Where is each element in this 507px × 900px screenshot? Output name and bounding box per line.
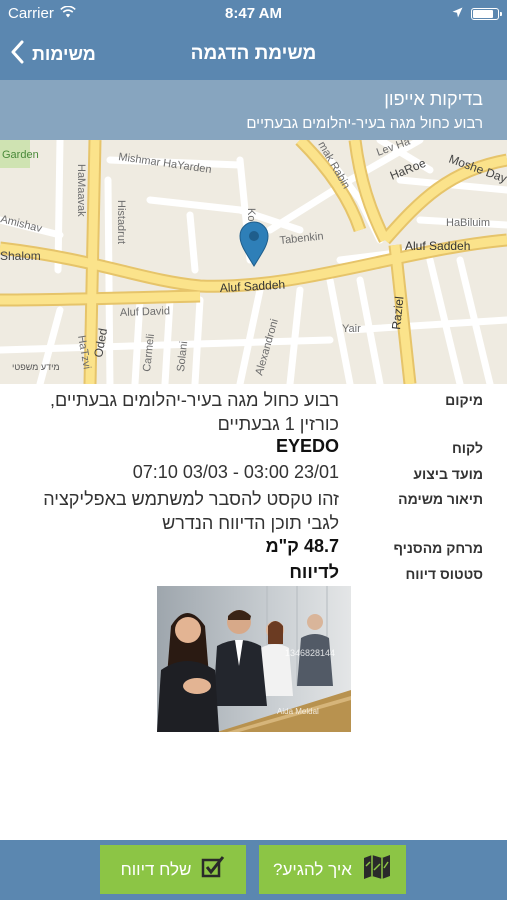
detail-value: זהו טקסט להסבר למשתמש באפליקציה לגבי תוכ… (43, 487, 339, 535)
map-label: Aluf Saddeh (405, 239, 470, 253)
bottom-toolbar: שלח דיווח איך להגיע? (0, 840, 507, 900)
detail-value: EYEDO (276, 434, 339, 458)
task-header: בדיקות אייפון רבוע כחול מגה בעיר-יהלומים… (0, 80, 507, 140)
map-label: HaBiluim (446, 217, 490, 229)
checkbox-icon (201, 856, 225, 883)
how-to-get-label: איך להגיע? (273, 859, 352, 879)
task-subtitle: רבוע כחול מגה בעיר-יהלומים גבעתיים (246, 115, 483, 132)
map-icon (362, 854, 392, 885)
task-title: בדיקות אייפון (384, 89, 483, 109)
how-to-get-button[interactable]: איך להגיע? (259, 845, 406, 894)
map-label: Aluf David (120, 305, 171, 319)
map-legal-link[interactable]: מידע משפטי (12, 362, 60, 372)
battery-icon (471, 7, 502, 20)
detail-value: 23/01 03:00 - 03/03 07:10 (133, 460, 339, 484)
detail-value-line: רבוע כחול מגה בעיר-יהלומים גבעתיים, (49, 390, 339, 410)
task-photo[interactable]: 1346828144 Aida Meldal (157, 586, 351, 732)
detail-label: לקוח (451, 440, 483, 456)
detail-label: מרחק מהסניף (393, 540, 484, 556)
map-label: Shalom (0, 249, 41, 263)
navigation-bar: משימות משימת הדגמה (0, 28, 507, 80)
map-label: Garden (2, 149, 39, 161)
detail-value-line: כורזין 1 גבעתיים (217, 414, 339, 434)
battery-level (473, 9, 493, 18)
detail-value-line: לדיווח (289, 562, 339, 582)
detail-value-line: 23/01 03:00 - 03/03 07:10 (132, 462, 339, 482)
detail-label: תיאור משימה (398, 491, 483, 507)
detail-label: מועד ביצוע (413, 466, 483, 482)
status-bar: Carrier 8:47 AM (0, 0, 507, 28)
detail-value-line: EYEDO (275, 436, 339, 456)
detail-label: סטטוס דיווח (405, 566, 483, 582)
location-arrow-icon (452, 5, 463, 22)
map-label: HaMaavak (75, 164, 87, 217)
detail-value: 48.7 ק"מ (266, 534, 339, 558)
map-label: Yair (342, 323, 361, 335)
detail-value: רבוע כחול מגה בעיר-יהלומים גבעתיים, כורז… (50, 388, 339, 436)
send-report-button[interactable]: שלח דיווח (100, 845, 246, 894)
detail-value-line: 48.7 ק"מ (265, 536, 339, 556)
page-title: משימת הדגמה (190, 43, 317, 64)
photo-watermark-number: 1346828144 (285, 648, 335, 658)
status-right (452, 5, 502, 22)
detail-value-line: לגבי תוכן הדיווח הנדרש (162, 513, 339, 533)
map-label: Histadrut (115, 200, 127, 244)
detail-value: לדיווח (289, 560, 339, 584)
detail-label: מיקום (445, 392, 483, 408)
detail-value-line: זהו טקסט להסבר למשתמש באפליקציה (43, 489, 339, 509)
photo-watermark: Aida Meldal (277, 707, 319, 716)
send-report-label: שלח דיווח (120, 859, 192, 879)
map-view[interactable]: Garden Mishmar HaYarden HaMaavak Histadr… (0, 140, 507, 384)
clock: 8:47 AM (225, 5, 282, 22)
map-label: Ko (245, 208, 257, 221)
